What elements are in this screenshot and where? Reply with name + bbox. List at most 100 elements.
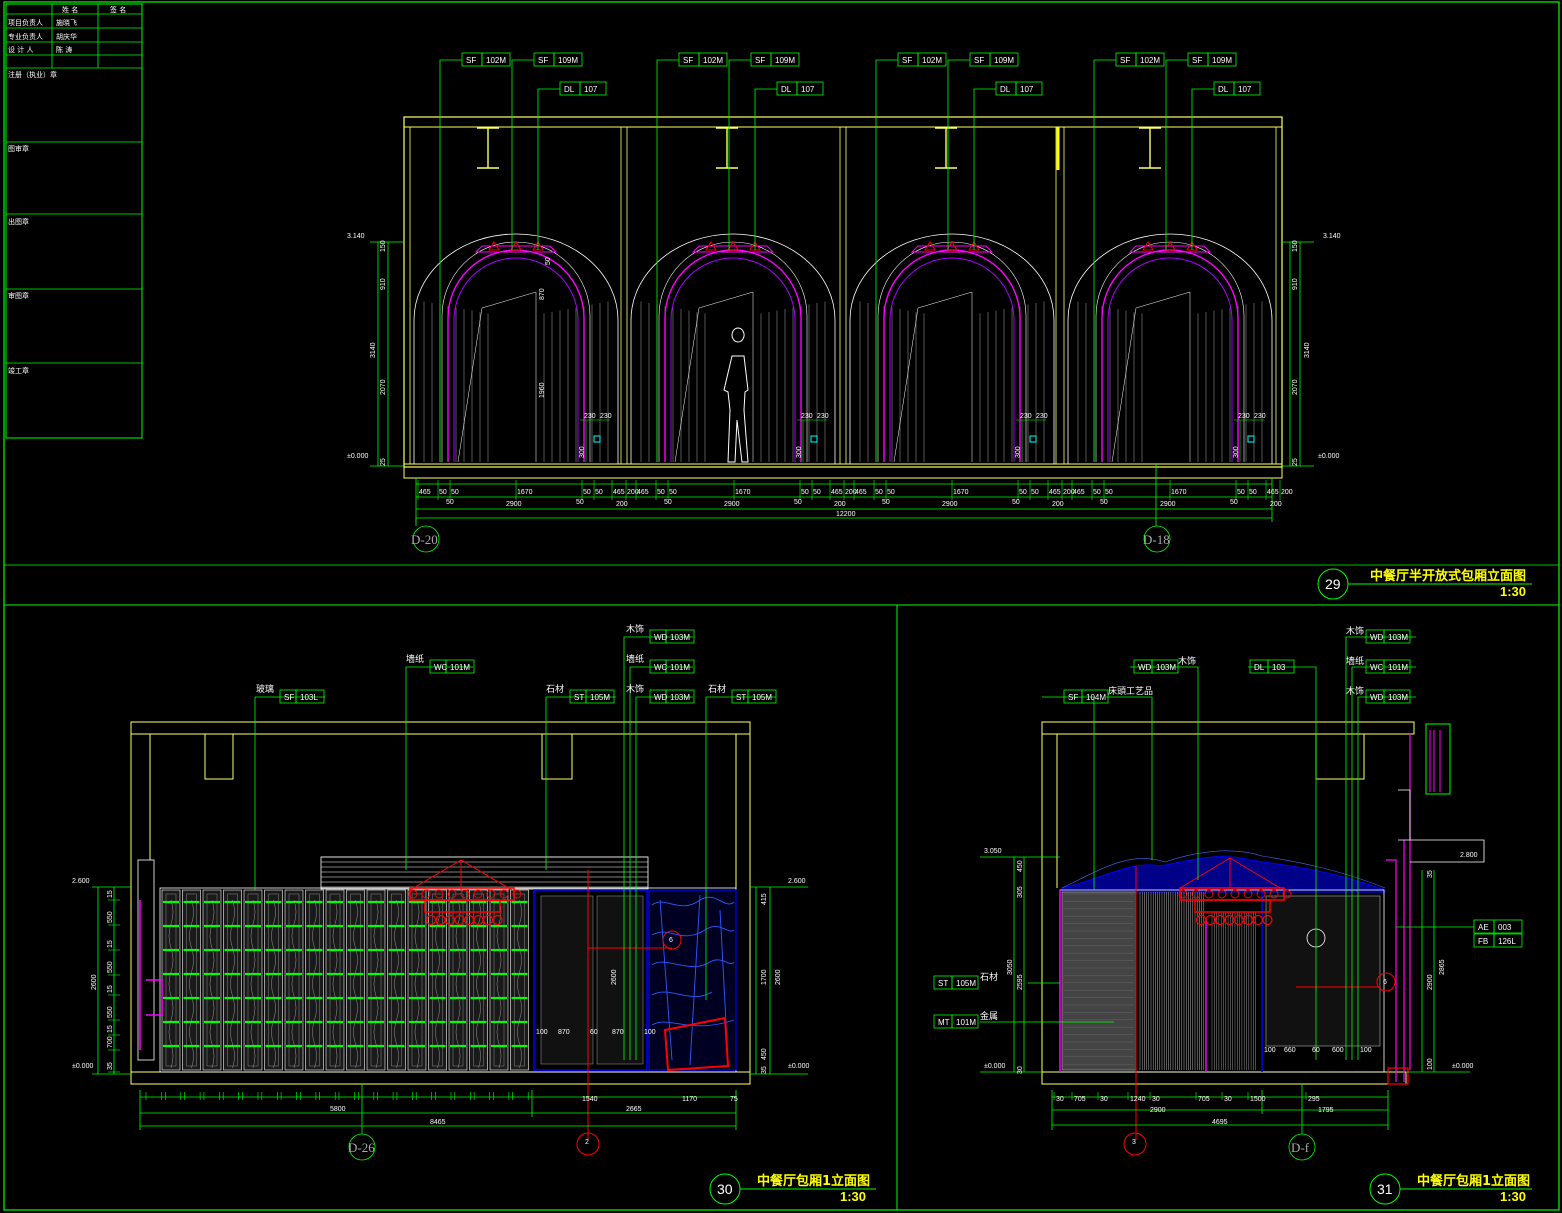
arch-dim: 300 (1233, 446, 1240, 458)
wall-panel (182, 889, 201, 1071)
arch-dim: 300 (1015, 446, 1022, 458)
bottom-dim: 50 (576, 499, 584, 506)
vdim: 35 (1427, 870, 1434, 878)
arch-dim: 230 (1254, 413, 1266, 420)
bottom-dim: 5800 (330, 1106, 346, 1113)
bottom-dim: 1540 (582, 1096, 598, 1103)
view-scale: 1:30 (1500, 1189, 1526, 1204)
level: ±0.000 (72, 1063, 93, 1070)
bottom-dim: 30 (1056, 1096, 1064, 1103)
material-code: SF (902, 56, 912, 65)
material-number: 109M (994, 56, 1014, 65)
material-number: 103M (1156, 663, 1176, 672)
material-code: FB (1478, 937, 1488, 946)
vdim: 25 (380, 458, 387, 466)
section-bubble-label: 2 (585, 1139, 589, 1146)
bottom-dim: 50 (583, 489, 591, 496)
bottom-dim: 465 (1073, 489, 1085, 496)
material-number: 101M (956, 1018, 976, 1027)
vdim: 550 (107, 1006, 114, 1018)
tb-row-label: 项目负责人 (8, 18, 43, 27)
material-number: 103M (670, 633, 690, 642)
material-number: 102M (1140, 56, 1160, 65)
view-number: 29 (1325, 576, 1341, 592)
bottom-dim: 1240 (1130, 1096, 1146, 1103)
material-number: 003 (1498, 923, 1512, 932)
bottom-dim: 50 (1237, 489, 1245, 496)
panel-dim: 100 (644, 1029, 656, 1036)
bottom-dim: 50 (1031, 489, 1039, 496)
bottom-dim: 465 (855, 489, 867, 496)
bottom-dim: 465 (831, 489, 843, 496)
vdim: 3140 (370, 342, 377, 358)
level-left-top: 3.140 (347, 233, 365, 240)
vdim: 35 (107, 1062, 114, 1070)
bottom-dim: 200 (834, 501, 846, 508)
bottom-dim: 50 (1019, 489, 1027, 496)
wall-panel (448, 889, 468, 1071)
bottom-dim: 50 (1012, 499, 1020, 506)
arch-dim: 230 (801, 413, 813, 420)
arch-dim: 870 (539, 288, 546, 300)
material-number: 101M (1388, 663, 1408, 672)
bottom-dim: 50 (446, 499, 454, 506)
bottom-dim: 465 (1267, 489, 1279, 496)
material-number: 105M (590, 693, 610, 702)
material-code: SF (538, 56, 548, 65)
bottom-dim: 50 (1100, 499, 1108, 506)
arch-dim: 1960 (539, 382, 546, 398)
total-dim: 4695 (1212, 1119, 1228, 1126)
arch-dim: 230 (1036, 413, 1048, 420)
wall-panel (387, 889, 406, 1071)
view-title: 中餐厅半开放式包厢立面图 (1370, 568, 1526, 584)
wall-panel (161, 889, 181, 1071)
bottom-dim: 200 (1281, 489, 1293, 496)
bottom-dim: 200 (1052, 501, 1064, 508)
wall-panel (223, 889, 242, 1071)
material-note: 石材 (546, 683, 564, 695)
material-note: 墙纸 (406, 653, 424, 665)
panel-dim: 870 (612, 1029, 624, 1036)
section-bubble-label: 3 (1132, 1139, 1136, 1146)
bottom-dim: 465 (613, 489, 625, 496)
vdim: 15 (107, 1025, 114, 1033)
axis-label: D-26 (348, 1140, 375, 1155)
bottom-dim: 50 (1105, 489, 1113, 496)
vdim: 450 (1017, 860, 1024, 872)
panel-dim: 60 (590, 1029, 598, 1036)
vdim: 3140 (1304, 342, 1311, 358)
material-note: 金属 (980, 1010, 998, 1022)
arch-dim: 300 (796, 446, 803, 458)
tb-section-seal: 注册（执业）章 (8, 70, 57, 79)
material-code: WD (1138, 663, 1152, 672)
wall-panel (510, 889, 529, 1071)
material-code: WC (1370, 663, 1384, 672)
drawing-sheet: 姓 名 签 名 项目负责人 施晓飞 专业负责人 胡庆华 设 计 人 陈 涛 注册… (0, 0, 1562, 1213)
tb-section-check: 审图章 (8, 291, 29, 300)
vdim: 305 (1017, 886, 1024, 898)
material-code: SF (683, 56, 693, 65)
level-right-top: 3.140 (1323, 233, 1341, 240)
vdim: 35 (761, 1066, 768, 1074)
bottom-dim: 1670 (735, 489, 751, 496)
axis-label: D-f (1291, 1140, 1310, 1155)
wall-panel (243, 889, 263, 1071)
bottom-dim: 50 (595, 489, 603, 496)
material-code: WD (654, 693, 668, 702)
material-note: 木饰 (1346, 625, 1364, 637)
material-code: DL (1218, 85, 1229, 94)
bottom-dim: 2900 (724, 501, 740, 508)
material-number: 102M (703, 56, 723, 65)
vdim: 25 (1292, 458, 1299, 466)
material-code: SF (1068, 693, 1078, 702)
bottom-dim: 75 (730, 1096, 738, 1103)
vdim: 2600 (91, 974, 98, 990)
level: 2.800 (1460, 852, 1478, 859)
level: ±0.000 (1452, 1063, 1473, 1070)
view-scale: 1:30 (840, 1189, 866, 1204)
material-number: 103L (300, 693, 318, 702)
material-number: 101M (450, 663, 470, 672)
panel-dim: 660 (1284, 1047, 1296, 1054)
axis-label-right: D-18 (1143, 532, 1170, 547)
vdim: 2070 (380, 379, 387, 395)
